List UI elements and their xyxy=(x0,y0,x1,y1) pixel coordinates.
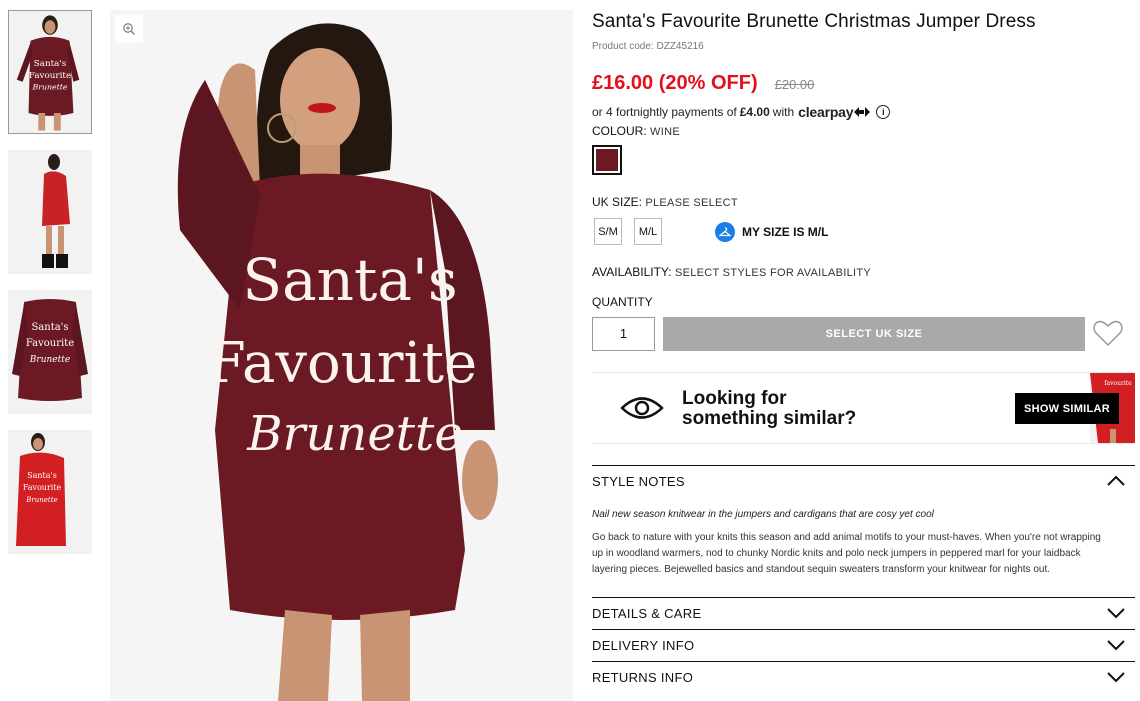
thumbnail-side-image xyxy=(8,150,92,274)
thumbnail-side[interactable] xyxy=(8,150,92,274)
availability-value: SELECT STYLES FOR AVAILABILITY xyxy=(674,267,872,279)
thumbnail-front-image: Santa's Favourite Brunette xyxy=(9,11,91,133)
thumbnail-list: Santa's Favourite Brunette Santa's Favou… xyxy=(8,10,94,570)
style-notes-body: Go back to nature with your knits this s… xyxy=(592,532,1101,575)
colour-label: COLOUR: xyxy=(592,124,647,138)
product-code: Product code: DZZ45216 xyxy=(592,41,704,52)
clearpay-prefix: or 4 fortnightly payments of xyxy=(592,105,737,119)
similar-line-1: Looking for xyxy=(682,388,787,409)
thumbnail-flat[interactable]: Santa's Favourite Brunette xyxy=(8,290,92,414)
my-size-text: MY SIZE IS M/L xyxy=(742,225,829,239)
zoom-button[interactable] xyxy=(115,15,143,43)
similar-banner: Looking for something similar? favourite… xyxy=(592,372,1135,444)
svg-text:Santa's: Santa's xyxy=(31,322,68,333)
similar-line-2: something similar? xyxy=(682,408,857,429)
availability-label: AVAILABILITY: xyxy=(592,265,672,279)
svg-text:Brunette: Brunette xyxy=(29,355,70,365)
my-size-link[interactable]: MY SIZE IS M/L xyxy=(715,222,828,242)
size-option-sm[interactable]: S/M xyxy=(594,218,622,245)
sale-price: £16.00 (20% OFF) xyxy=(592,72,758,94)
info-icon[interactable]: i xyxy=(876,105,891,119)
colour-swatch-wine[interactable] xyxy=(592,145,622,175)
accordion-style-notes: STYLE NOTES Nail new season knitwear in … xyxy=(592,465,1135,578)
clearpay-arrows-icon xyxy=(854,107,871,117)
size-label: UK SIZE: xyxy=(592,195,643,209)
size-row: UK SIZE: PLEASE SELECT xyxy=(592,195,738,209)
price-row: £16.00 (20% OFF) £20.00 xyxy=(592,72,814,95)
similar-heading: Looking for something similar? xyxy=(682,389,856,429)
accordion-delivery: DELIVERY INFO xyxy=(592,629,1135,660)
returns-title: RETURNS INFO xyxy=(592,669,694,685)
add-to-bag-button[interactable]: SELECT UK SIZE xyxy=(663,317,1085,351)
svg-text:favourite: favourite xyxy=(1104,380,1132,387)
product-title: Santa's Favourite Brunette Christmas Jum… xyxy=(592,11,1036,32)
details-header[interactable]: DETAILS & CARE xyxy=(592,598,1135,628)
style-notes-intro: Nail new season knitwear in the jumpers … xyxy=(592,509,934,520)
size-option-ml[interactable]: M/L xyxy=(634,218,662,245)
thumbnail-flat-image: Santa's Favourite Brunette xyxy=(8,290,92,414)
colour-row: COLOUR: WINE xyxy=(592,124,680,138)
show-similar-button[interactable]: SHOW SIMILAR xyxy=(1015,393,1119,424)
hanger-icon xyxy=(715,222,735,242)
svg-text:Santa's: Santa's xyxy=(27,471,57,480)
clearpay-logo: clearpay xyxy=(798,104,854,120)
colour-value: WINE xyxy=(650,126,680,138)
accordion-details: DETAILS & CARE xyxy=(592,597,1135,628)
main-product-image[interactable]: Santa's Favourite Brunette xyxy=(110,10,573,701)
svg-text:Favourite: Favourite xyxy=(29,71,71,81)
quantity-label: QUANTITY xyxy=(592,295,653,309)
style-notes-title: STYLE NOTES xyxy=(592,473,685,489)
delivery-header[interactable]: DELIVERY INFO xyxy=(592,630,1135,660)
zoom-in-icon xyxy=(123,23,135,35)
delivery-title: DELIVERY INFO xyxy=(592,637,695,653)
chevron-down-icon xyxy=(1107,672,1125,683)
heart-icon[interactable] xyxy=(1092,318,1124,348)
availability-row: AVAILABILITY: SELECT STYLES FOR AVAILABI… xyxy=(592,265,871,279)
accordion-returns: RETURNS INFO xyxy=(592,661,1135,692)
clearpay-with: with xyxy=(772,105,795,119)
thumbnail-front[interactable]: Santa's Favourite Brunette xyxy=(8,10,92,134)
chevron-up-icon xyxy=(1107,475,1125,486)
clearpay-message: or 4 fortnightly payments of £4.00 with … xyxy=(592,104,891,120)
jumper-text-line-3: Brunette xyxy=(246,406,462,462)
quantity-input[interactable]: 1 xyxy=(592,317,655,351)
style-notes-header[interactable]: STYLE NOTES xyxy=(592,466,1135,496)
eye-icon xyxy=(620,397,664,419)
product-photo: Santa's Favourite Brunette xyxy=(110,10,573,701)
thumbnail-red[interactable]: Santa's Favourite Brunette xyxy=(8,430,92,554)
svg-text:Santa's: Santa's xyxy=(34,59,67,69)
original-price: £20.00 xyxy=(774,77,815,92)
size-value: PLEASE SELECT xyxy=(645,197,738,209)
svg-text:Favourite: Favourite xyxy=(26,338,74,349)
svg-text:Brunette: Brunette xyxy=(25,496,57,504)
jumper-text-line-1: Santa's xyxy=(242,246,457,314)
quantity-row: QUANTITY xyxy=(592,295,653,309)
jumper-text-line-2: Favourite xyxy=(207,331,477,396)
chevron-down-icon xyxy=(1107,640,1125,651)
returns-header[interactable]: RETURNS INFO xyxy=(592,662,1135,692)
clearpay-amount: £4.00 xyxy=(739,105,770,119)
details-title: DETAILS & CARE xyxy=(592,605,702,621)
thumbnail-red-image: Santa's Favourite Brunette xyxy=(8,430,92,554)
chevron-down-icon xyxy=(1107,608,1125,619)
svg-text:Brunette: Brunette xyxy=(32,83,68,92)
svg-text:Favourite: Favourite xyxy=(23,483,62,492)
